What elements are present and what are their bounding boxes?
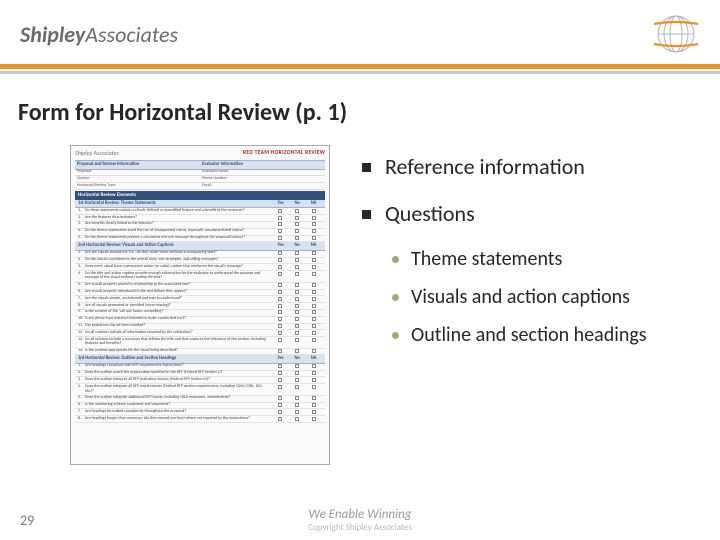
slide-header: ShipleyAssociates [0, 0, 720, 64]
bullet-questions: Questions [362, 200, 706, 227]
orange-divider [0, 64, 720, 69]
subbullet-outline: Outline and section headings [392, 323, 706, 347]
subbullet-text: Outline and section headings [411, 323, 647, 347]
dot-bullet-icon [392, 294, 399, 301]
bullet-list: Reference information Questions Theme st… [330, 145, 706, 465]
slide-footer: 29 We Enable Winning Copyright Shipley A… [0, 500, 720, 540]
subbullet-visuals: Visuals and action captions [392, 285, 706, 309]
footer-tagline: We Enable Winning [308, 507, 412, 522]
logo-bold: Shipley [20, 21, 85, 48]
page-number: 29 [20, 512, 34, 529]
globe-icon [652, 10, 700, 58]
content-row: Shipley AssociatesRED TEAM HORIZONTAL RE… [0, 145, 720, 465]
footer-center: We Enable Winning Copyright Shipley Asso… [308, 507, 412, 533]
footer-copyright: Copyright Shipley Associates [308, 522, 412, 533]
logo-light: Associates [85, 21, 178, 48]
slide-title: Form for Horizontal Review (p. 1) [0, 94, 720, 145]
dot-bullet-icon [392, 256, 399, 263]
bullet-text: Reference information [385, 153, 585, 180]
bullet-reference-info: Reference information [362, 153, 706, 180]
grey-divider [0, 71, 720, 74]
dot-bullet-icon [392, 332, 399, 339]
bullet-text: Questions [385, 200, 475, 227]
subbullet-text: Theme statements [411, 247, 562, 271]
form-screenshot: Shipley AssociatesRED TEAM HORIZONTAL RE… [70, 145, 330, 465]
square-bullet-icon [362, 163, 371, 172]
subbullet-theme: Theme statements [392, 247, 706, 271]
logo-text: ShipleyAssociates [20, 21, 178, 48]
subbullet-text: Visuals and action captions [411, 285, 630, 309]
square-bullet-icon [362, 210, 371, 219]
